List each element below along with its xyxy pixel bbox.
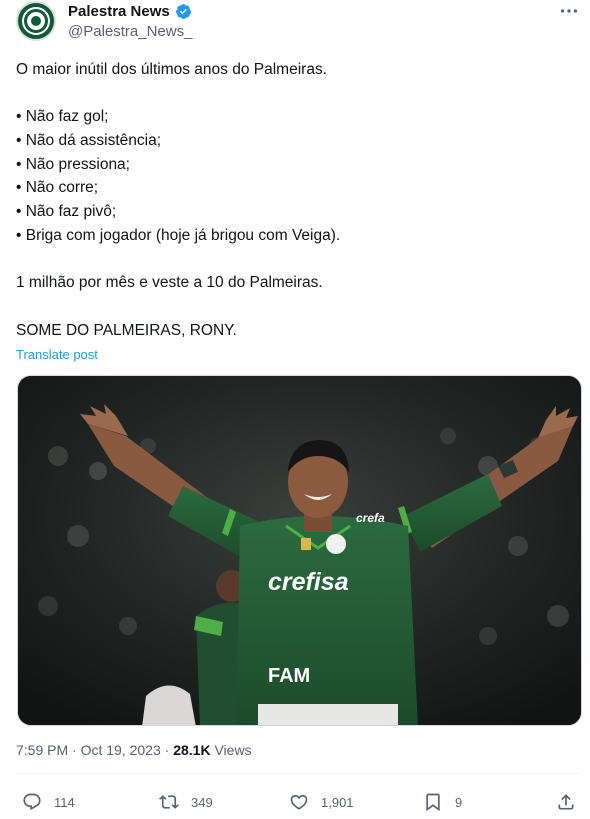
post-time[interactable]: 7:59 PM <box>16 742 68 758</box>
post-date[interactable]: Oct 19, 2023 <box>81 742 161 758</box>
more-icon[interactable] <box>558 0 580 22</box>
verified-badge-icon <box>176 4 191 19</box>
post-line: • Não dá assistência; <box>16 132 162 150</box>
post-line: • Não corre; <box>16 179 99 197</box>
reply-count: 114 <box>54 794 75 810</box>
post-meta: 7:59 PM · Oct 19, 2023 · 28.1K Views <box>16 742 252 758</box>
jersey-sponsor: crefisa <box>268 568 349 596</box>
account-handle[interactable]: @Palestra_News_ <box>68 22 192 42</box>
post-text: O maior inútil dos últimos anos do Palme… <box>16 58 576 342</box>
post-line: • Não faz pivô; <box>16 203 117 221</box>
bookmark-icon <box>426 793 440 812</box>
post-line <box>16 82 576 106</box>
divider <box>16 773 582 774</box>
jersey-sponsor-bottom: FAM <box>268 665 310 687</box>
repost-count: 349 <box>191 794 213 810</box>
post-media-photo[interactable]: 2 crefisa crefa FAM <box>17 375 582 726</box>
reply-icon <box>23 793 41 811</box>
meta-separator: · <box>164 742 170 758</box>
like-count: 1,901 <box>321 794 354 810</box>
share-icon <box>558 794 574 810</box>
post-line: • Não faz gol; <box>16 108 109 126</box>
repost-icon <box>159 795 179 809</box>
post-header: Palestra News @Palestra_News_ <box>16 0 582 46</box>
post-line: O maior inútil dos últimos anos do Palme… <box>16 61 327 78</box>
like-icon <box>290 794 308 810</box>
sleeve-sponsor: crefa <box>356 511 385 525</box>
like-button[interactable]: 1,901 <box>289 788 354 816</box>
post-line <box>16 295 576 319</box>
meta-separator: · <box>72 742 77 758</box>
post-line: • Briga com jogador (hoje já brigou com … <box>16 226 341 244</box>
post-line: SOME DO PALMEIRAS, RONY. <box>16 321 237 339</box>
post-line: • Não pressiona; <box>16 155 130 173</box>
views-label: Views <box>214 742 252 758</box>
photo-player-celebrating: 2 crefisa crefa FAM <box>18 376 581 725</box>
post-line <box>16 248 576 272</box>
translate-post-link[interactable]: Translate post <box>16 347 98 362</box>
avatar[interactable] <box>16 1 56 41</box>
bookmark-count: 9 <box>455 794 463 810</box>
post-line: 1 milhão por mês e veste a 10 do Palmeir… <box>16 274 323 292</box>
share-button[interactable] <box>556 788 576 816</box>
repost-button[interactable]: 349 <box>159 788 213 816</box>
action-bar: 114 349 1,901 9 <box>16 788 582 816</box>
bookmark-button[interactable]: 9 <box>423 788 462 816</box>
display-name[interactable]: Palestra News <box>68 2 170 22</box>
views-count[interactable]: 28.1K <box>173 742 210 758</box>
reply-button[interactable]: 114 <box>22 788 75 816</box>
